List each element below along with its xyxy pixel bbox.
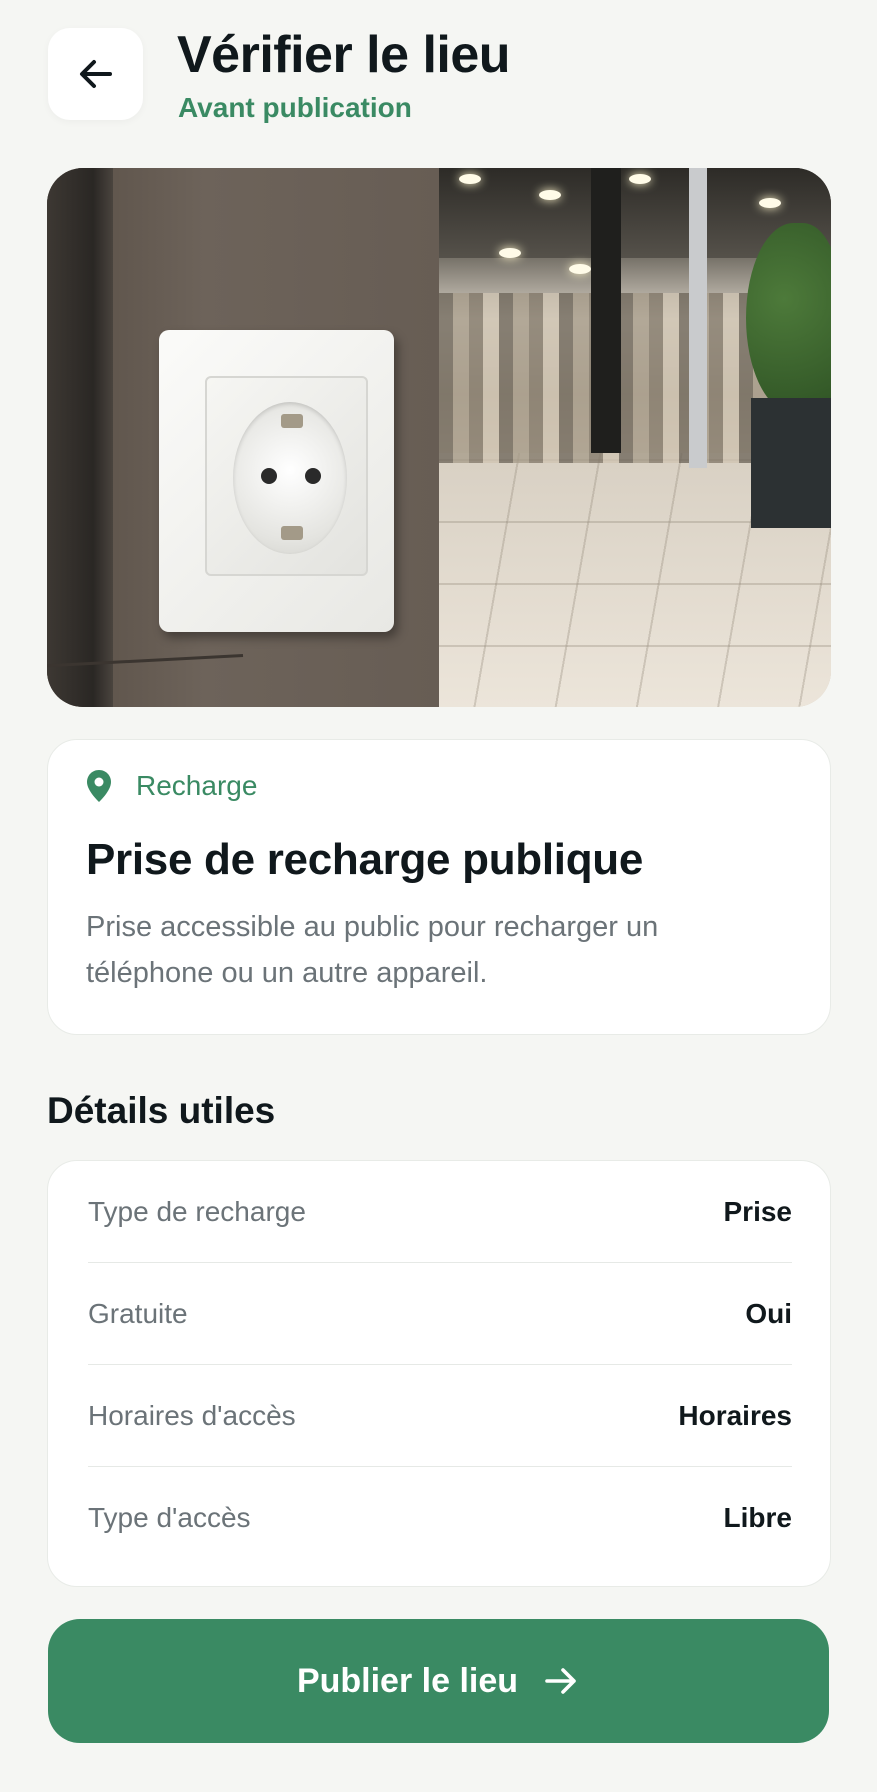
power-outlet (159, 330, 394, 632)
arrow-left-icon (79, 60, 112, 88)
detail-row-charge-type: Type de recharge Prise (88, 1161, 792, 1263)
detail-value: Oui (745, 1297, 792, 1329)
place-description: Prise accessible au public pour recharge… (86, 911, 659, 989)
publish-button-label: Publier le lieu (296, 1661, 519, 1700)
detail-label: Type d'accès (88, 1502, 251, 1533)
category-label: Recharge (136, 770, 258, 801)
category-row: Recharge (86, 768, 257, 804)
publish-button[interactable]: Publier le lieu (48, 1619, 829, 1743)
detail-label: Gratuite (88, 1297, 188, 1329)
detail-value: Libre (723, 1502, 792, 1533)
details-card: Type de recharge Prise Gratuite Oui Hora… (47, 1160, 831, 1587)
details-section-title: Détails utiles (47, 1090, 276, 1131)
store-background (439, 168, 831, 707)
place-summary-card: Recharge Prise de recharge publique Pris… (47, 739, 831, 1035)
back-button[interactable] (48, 28, 143, 120)
map-pin-icon (87, 770, 111, 802)
detail-row-free: Gratuite Oui (88, 1263, 792, 1365)
detail-label: Type de recharge (88, 1195, 306, 1227)
detail-value: Horaires (678, 1399, 792, 1431)
detail-value: Prise (723, 1195, 793, 1227)
page-subtitle: Avant publication (178, 92, 412, 123)
page-title: Vérifier le lieu (177, 26, 511, 84)
verify-place-screen: Vérifier le lieu Avant publication Recha… (0, 0, 877, 1792)
detail-label: Horaires d'accès (88, 1399, 296, 1431)
arrow-right-icon (545, 1668, 576, 1694)
detail-row-hours: Horaires d'accès Horaires (88, 1365, 792, 1467)
place-photo (47, 168, 831, 707)
place-title: Prise de recharge publique (86, 835, 644, 884)
detail-row-access-type: Type d'accès Libre (88, 1467, 792, 1569)
